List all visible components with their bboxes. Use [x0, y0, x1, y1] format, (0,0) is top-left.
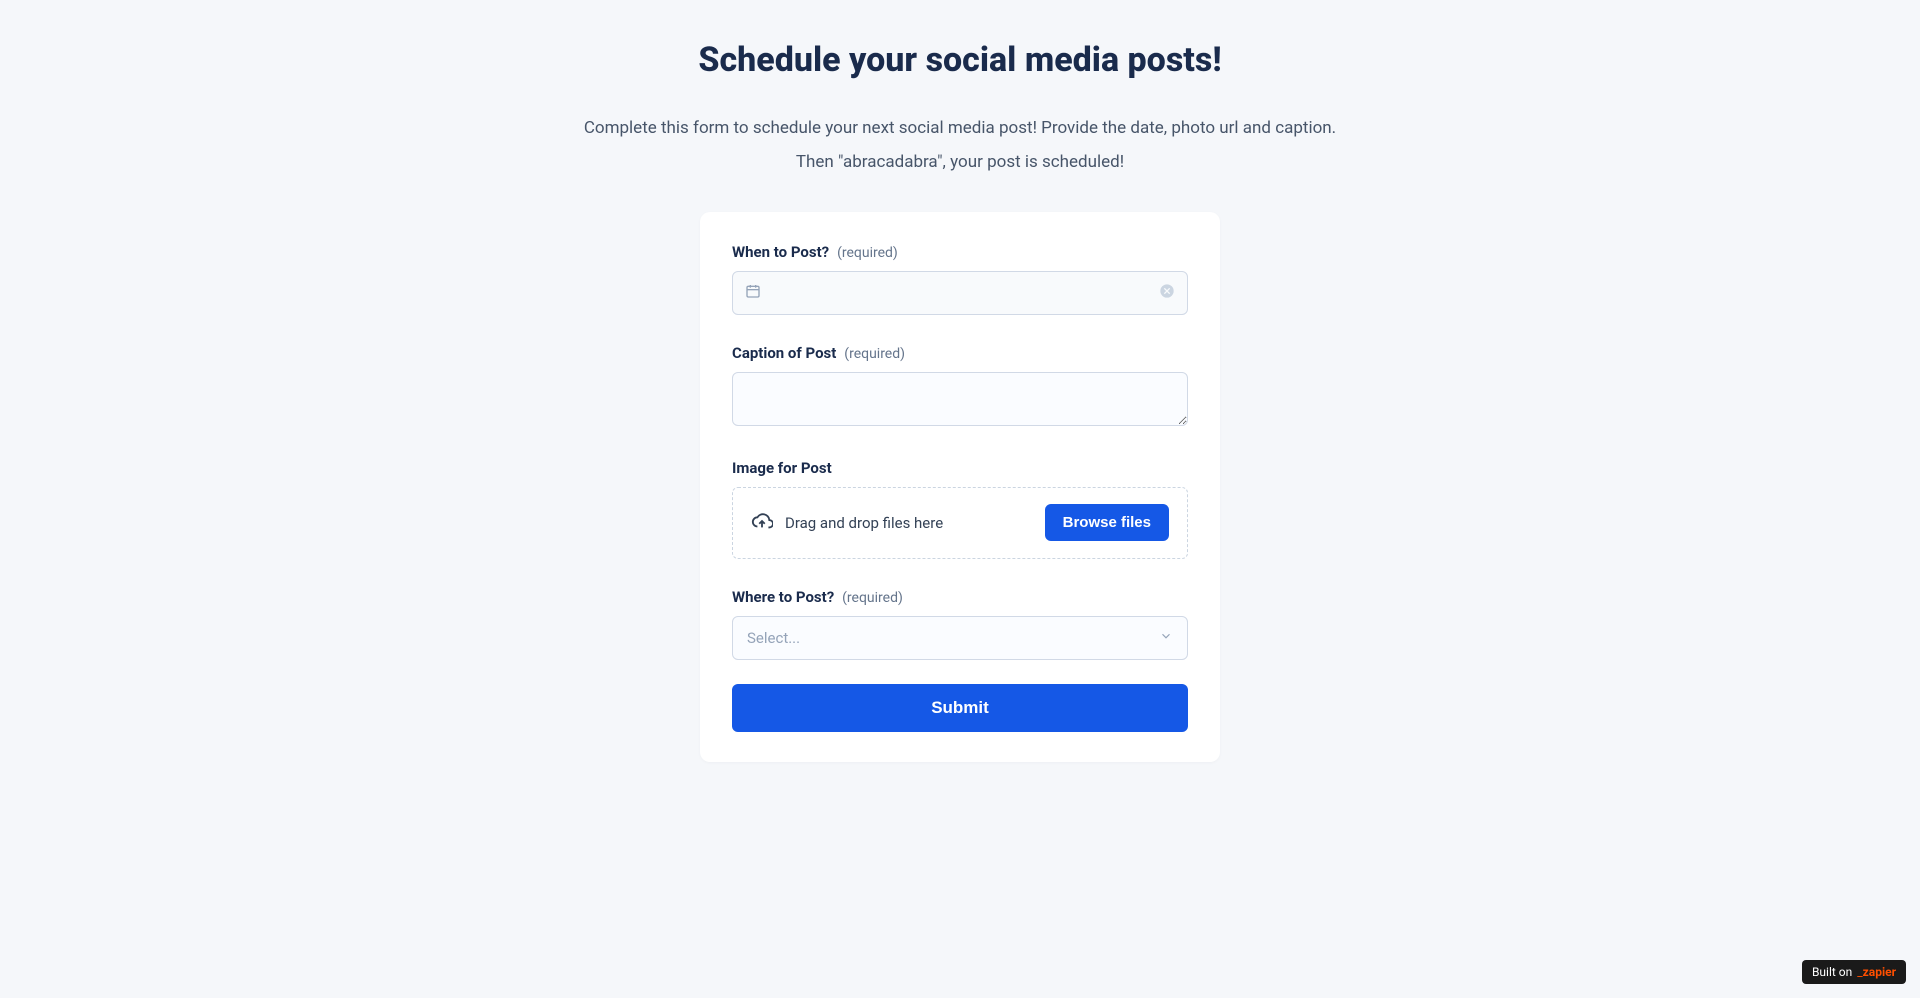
- drop-text: Drag and drop files here: [785, 514, 943, 532]
- where-label: Where to Post?: [732, 588, 834, 606]
- chevron-down-icon: [1159, 628, 1173, 647]
- zapier-logo: _zapier: [1857, 965, 1896, 979]
- cloud-upload-icon: [751, 510, 773, 536]
- caption-label: Caption of Post: [732, 344, 836, 362]
- caption-textarea[interactable]: [732, 372, 1188, 426]
- date-input[interactable]: [761, 284, 1159, 301]
- when-required: (required): [837, 245, 898, 261]
- page-title: Schedule your social media posts!: [510, 40, 1410, 80]
- image-label: Image for Post: [732, 459, 832, 477]
- browse-files-button[interactable]: Browse files: [1045, 504, 1169, 541]
- description-line-2: Then "abracadabra", your post is schedul…: [510, 152, 1410, 172]
- where-required: (required): [842, 590, 903, 606]
- clear-icon[interactable]: [1159, 283, 1175, 303]
- when-label: When to Post?: [732, 243, 829, 261]
- select-placeholder: Select...: [747, 629, 1159, 647]
- field-where-to-post: Where to Post? (required) Select...: [732, 587, 1188, 660]
- caption-required: (required): [844, 346, 905, 362]
- badge-prefix: Built on: [1812, 965, 1852, 979]
- calendar-icon: [745, 283, 761, 303]
- file-drop-zone[interactable]: Drag and drop files here Browse files: [732, 487, 1188, 559]
- field-caption: Caption of Post (required): [732, 343, 1188, 430]
- where-select[interactable]: Select...: [732, 616, 1188, 660]
- field-when-to-post: When to Post? (required): [732, 242, 1188, 315]
- date-input-wrapper[interactable]: [732, 271, 1188, 315]
- description-line-1: Complete this form to schedule your next…: [510, 116, 1410, 142]
- form-card: When to Post? (required) Caption of Post…: [700, 212, 1220, 762]
- built-on-badge[interactable]: Built on _zapier: [1802, 960, 1906, 984]
- file-drop-left: Drag and drop files here: [751, 510, 943, 536]
- submit-button[interactable]: Submit: [732, 684, 1188, 732]
- field-image: Image for Post Drag and drop files here …: [732, 458, 1188, 559]
